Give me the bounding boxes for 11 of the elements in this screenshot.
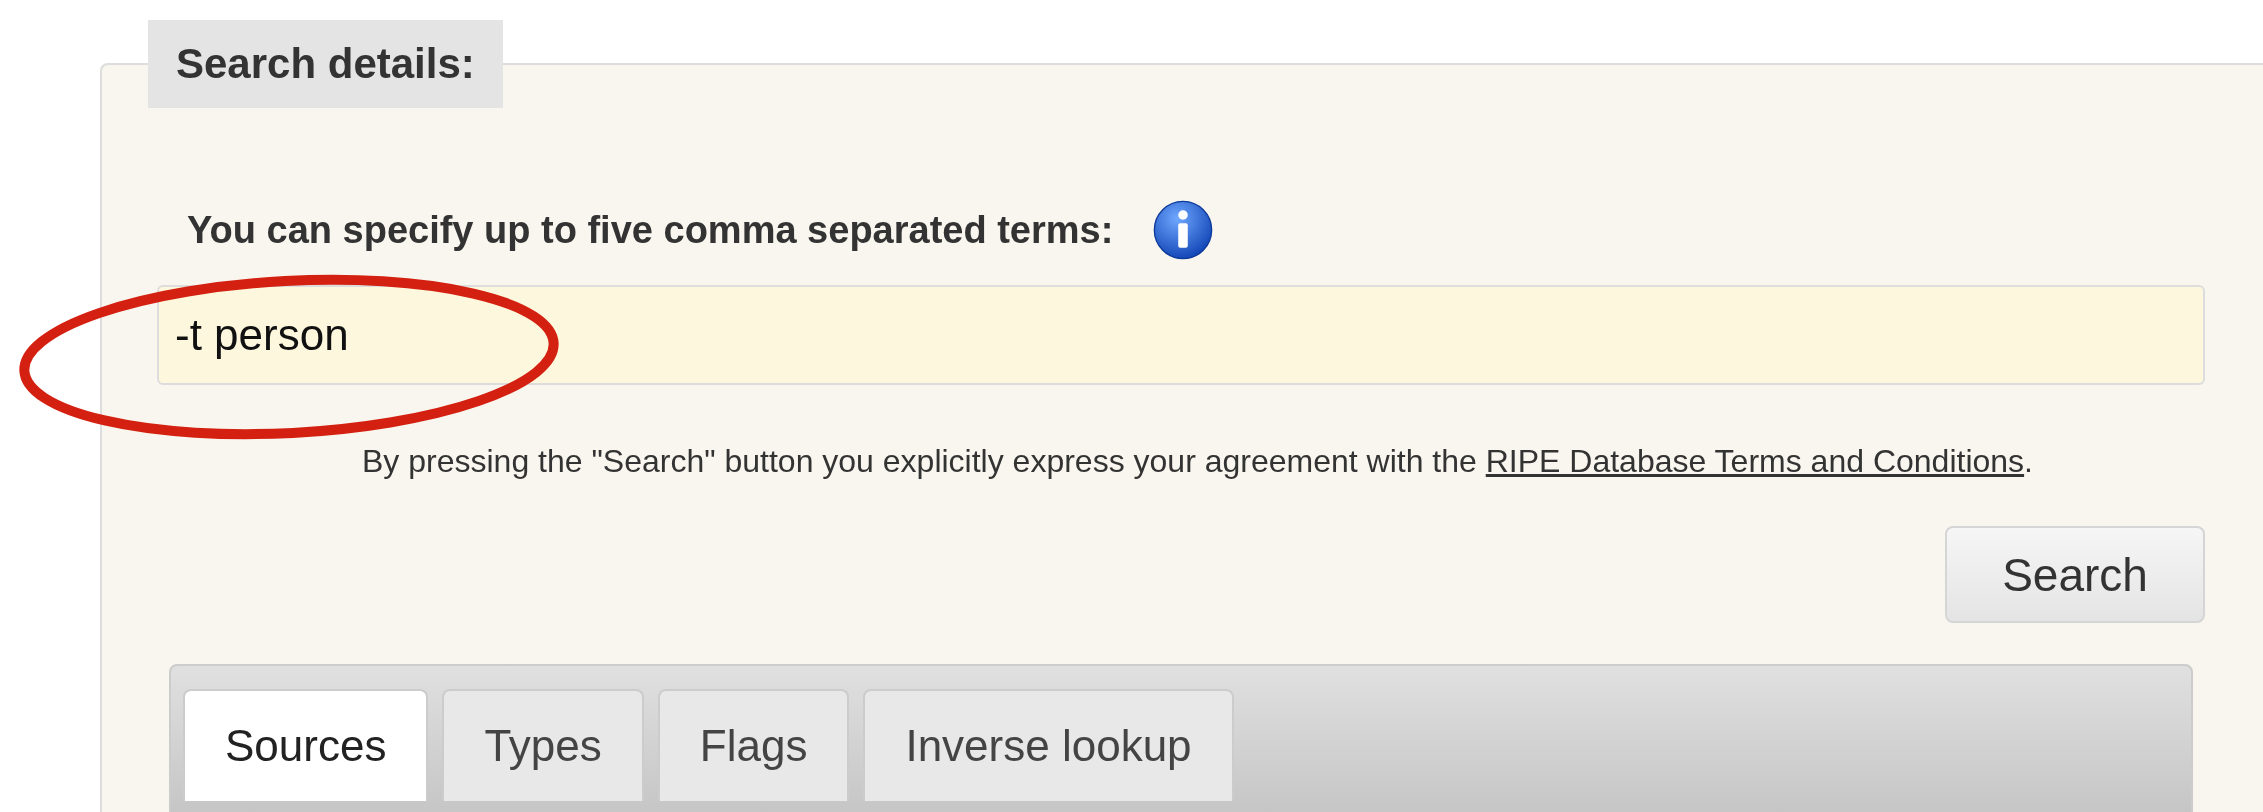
terms-link[interactable]: RIPE Database Terms and Conditions bbox=[1485, 443, 2025, 479]
panel-legend: Search details: bbox=[148, 20, 503, 108]
tab[interactable]: Inverse lookup bbox=[863, 689, 1234, 801]
tab[interactable]: Types bbox=[442, 689, 644, 801]
tab[interactable]: Sources bbox=[183, 689, 429, 801]
field-label: You can specify up to five comma separated terms: bbox=[187, 208, 1114, 252]
terms-notice: By pressing the "Search" button you explicitly express your agreement with the RIPE Database Terms and Conditions. bbox=[362, 443, 2034, 480]
tab[interactable]: Flags bbox=[657, 689, 850, 801]
search-input[interactable]: -t person bbox=[157, 285, 2205, 385]
search-button[interactable]: Search bbox=[1945, 526, 2205, 623]
info-icon[interactable] bbox=[1153, 200, 1214, 260]
